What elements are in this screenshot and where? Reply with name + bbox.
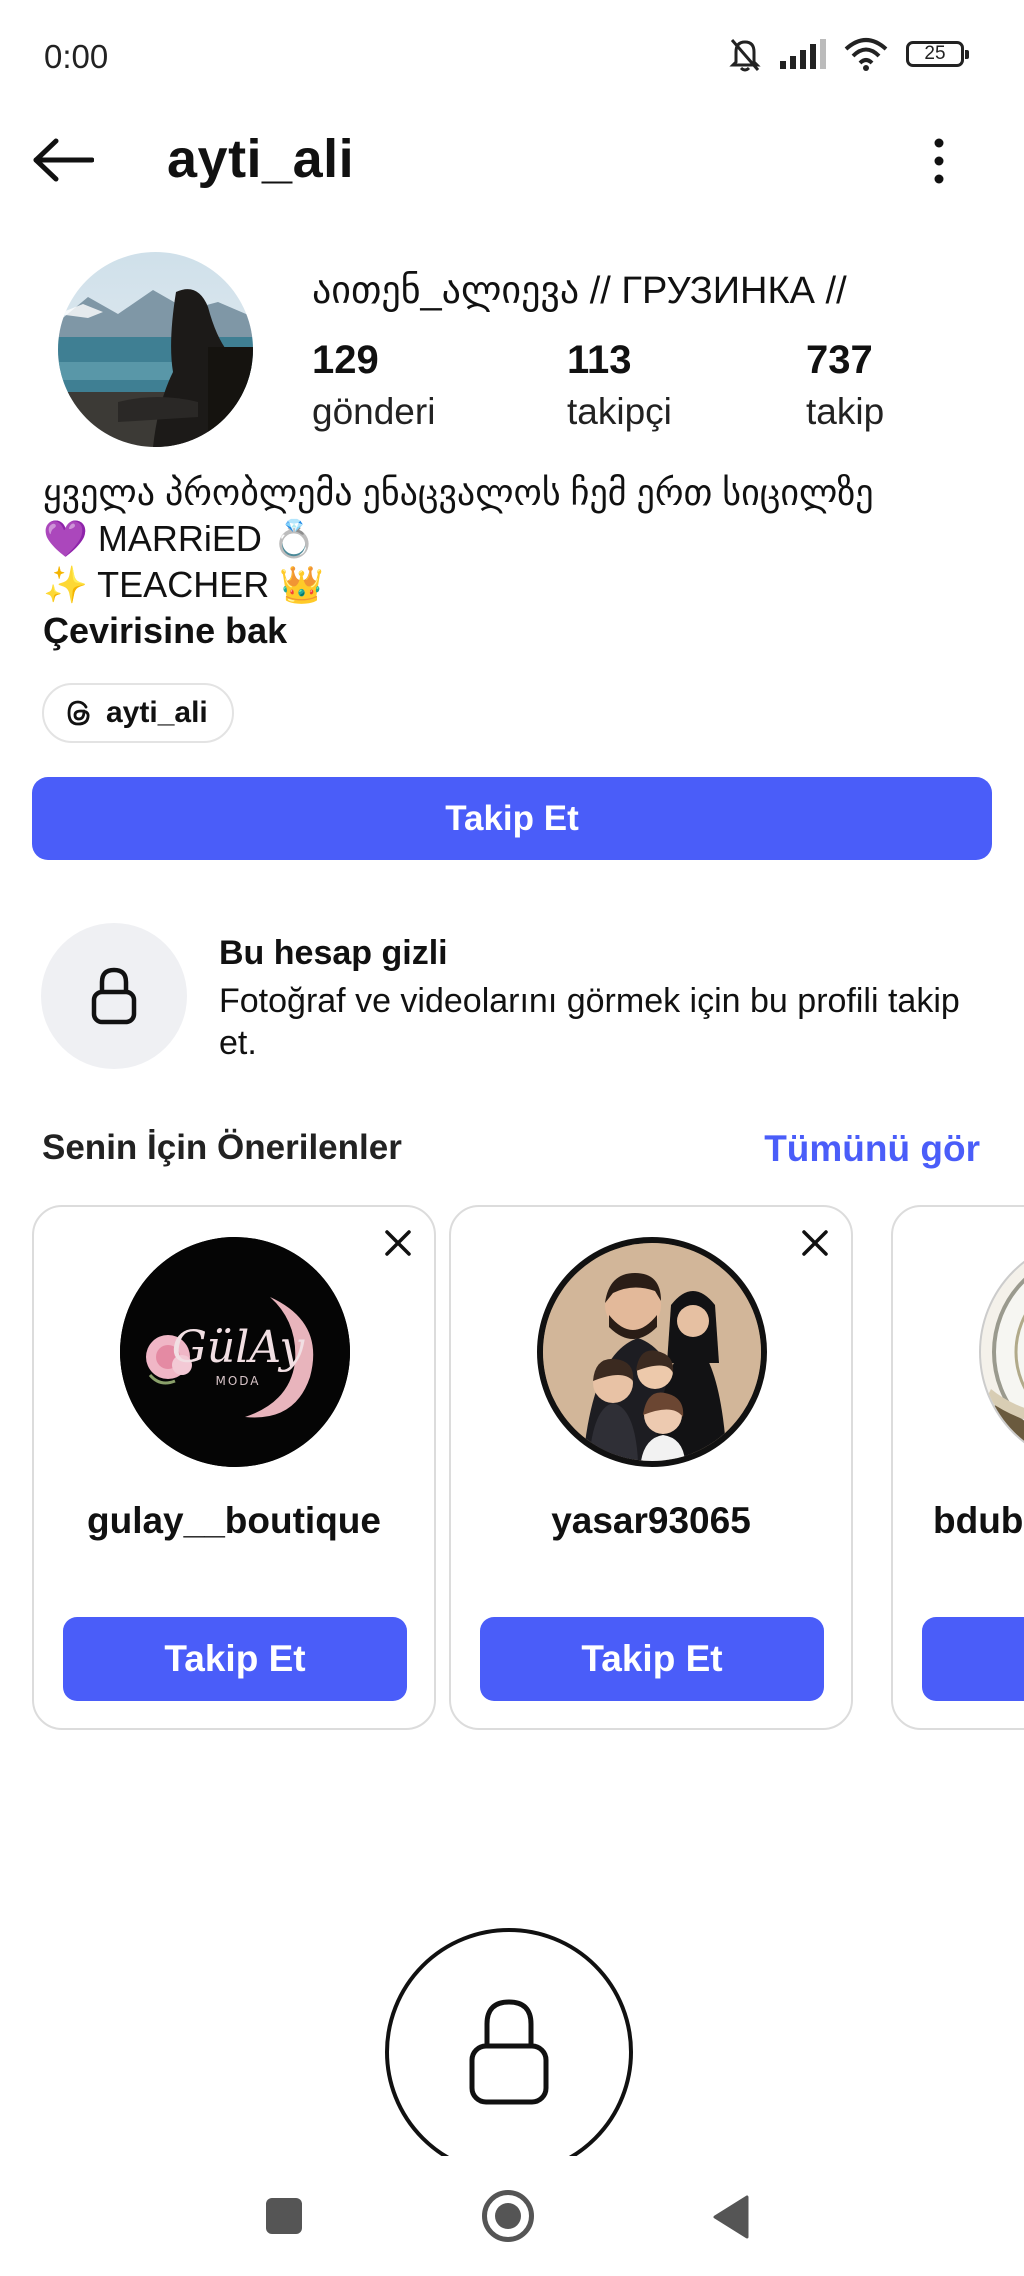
stat-following[interactable]: 737 takip bbox=[806, 338, 884, 433]
signal-icon bbox=[780, 39, 826, 69]
suggestion-avatar[interactable]: GülAy MODA bbox=[120, 1237, 350, 1467]
stat-following-value: 737 bbox=[806, 338, 873, 382]
bell-muted-icon bbox=[729, 39, 761, 72]
suggestion-follow-button[interactable]: Takip Et bbox=[480, 1617, 824, 1701]
suggestion-avatar[interactable] bbox=[979, 1237, 1024, 1467]
lock-icon bbox=[91, 967, 137, 1025]
stat-posts-label: gönderi bbox=[312, 391, 436, 432]
private-content-placeholder bbox=[385, 1928, 639, 2156]
stat-posts[interactable]: 129 gönderi bbox=[312, 338, 435, 433]
profile-username: ayti_ali bbox=[167, 129, 355, 189]
private-description: Fotoğraf ve videolarını görmek için bu p… bbox=[219, 982, 960, 1062]
more-vertical-icon[interactable] bbox=[930, 138, 948, 184]
status-time: 0:00 bbox=[44, 38, 109, 75]
private-lock-badge bbox=[41, 923, 187, 1069]
family-illustration bbox=[543, 1243, 761, 1461]
logo-text: GülAy bbox=[172, 1322, 306, 1373]
suggestion-card[interactable]: yasar93065 Takip Et bbox=[449, 1205, 853, 1730]
close-icon[interactable] bbox=[384, 1229, 412, 1257]
bio-line: ყველა პრობლემა ენაცვალოს ჩემ ერთ სიცილზე bbox=[43, 472, 874, 513]
follow-button[interactable]: Takip Et bbox=[32, 777, 992, 860]
battery-icon: 25 bbox=[906, 41, 969, 67]
threads-handle: ayti_ali bbox=[106, 696, 208, 729]
translate-link[interactable]: Çevirisine bak bbox=[43, 608, 874, 654]
battery-level: 25 bbox=[924, 43, 946, 64]
close-icon[interactable] bbox=[801, 1229, 829, 1257]
wifi-icon bbox=[844, 38, 888, 71]
lock-icon bbox=[469, 1999, 549, 2105]
profile-avatar[interactable] bbox=[58, 252, 253, 447]
recent-apps-button[interactable] bbox=[266, 2198, 302, 2234]
suggestion-card[interactable]: bdubo Ta bbox=[891, 1205, 1024, 1730]
threads-link[interactable]: ayti_ali bbox=[42, 683, 234, 743]
suggestion-follow-button[interactable]: Ta bbox=[922, 1617, 1024, 1701]
avatar-image bbox=[58, 252, 253, 447]
suggestion-username[interactable]: bdubo bbox=[933, 1500, 1024, 1542]
stat-followers-label: takipçi bbox=[567, 391, 672, 432]
bio-line: ✨ TEACHER 👑 bbox=[43, 564, 325, 605]
suggestion-card-clip: bdubo Ta bbox=[864, 1190, 1024, 1750]
stat-followers[interactable]: 113 takipçi bbox=[567, 338, 672, 433]
bio-line: 💜 MARRiED 💍 bbox=[43, 518, 317, 559]
university-seal bbox=[981, 1277, 1024, 1465]
suggestion-username[interactable]: gulay__boutique bbox=[34, 1500, 434, 1542]
big-lock-circle bbox=[385, 1928, 633, 2156]
nav-back-icon[interactable] bbox=[712, 2194, 750, 2240]
back-arrow-icon[interactable] bbox=[32, 138, 94, 182]
private-title: Bu hesap gizli bbox=[219, 934, 448, 972]
boutique-logo: GülAy MODA bbox=[120, 1237, 350, 1467]
status-icons: 25 bbox=[728, 36, 969, 72]
suggestion-card[interactable]: GülAy MODA gulay__boutique Takip Et bbox=[32, 1205, 436, 1730]
profile-bio: ყველა პრობლემა ენაცვალოს ჩემ ერთ სიცილზე… bbox=[43, 470, 874, 654]
profile-full-name: აითენ_ალიევა // ГРУЗИНКА // bbox=[312, 270, 847, 312]
suggestion-avatar[interactable] bbox=[537, 1237, 767, 1467]
home-button[interactable] bbox=[482, 2190, 534, 2242]
suggestions-title: Senin İçin Önerilenler bbox=[42, 1128, 402, 1167]
threads-icon bbox=[67, 700, 90, 726]
suggestion-follow-button[interactable]: Takip Et bbox=[63, 1617, 407, 1701]
stat-posts-value: 129 bbox=[312, 338, 379, 382]
see-all-link[interactable]: Tümünü gör bbox=[764, 1128, 980, 1170]
suggestion-username[interactable]: yasar93065 bbox=[451, 1500, 851, 1542]
stat-following-label: takip bbox=[806, 391, 885, 432]
stat-followers-value: 113 bbox=[567, 338, 632, 382]
logo-subtext: MODA bbox=[215, 1374, 260, 1388]
home-dot bbox=[495, 2203, 521, 2229]
